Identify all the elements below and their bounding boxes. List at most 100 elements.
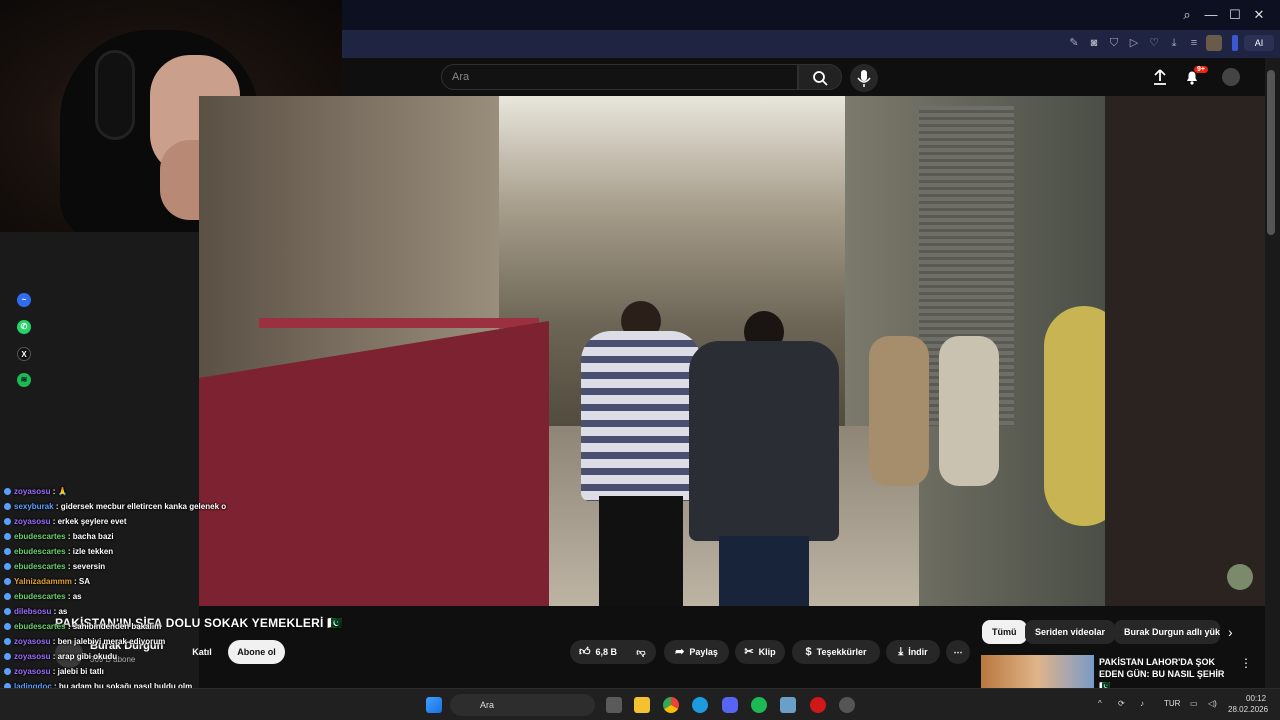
ai-button[interactable]: AI (1244, 35, 1274, 51)
sync-icon[interactable]: ⟳ (1118, 699, 1125, 708)
discord-icon[interactable] (722, 697, 738, 713)
chevron-up-icon[interactable]: ^ (1098, 699, 1102, 708)
share-button[interactable]: ➦ Paylaş (664, 640, 729, 664)
taskbar-search[interactable]: Ara (450, 694, 595, 716)
taskbar-search-label: Ara (480, 700, 495, 710)
spotify-icon[interactable] (751, 697, 767, 713)
search-icon[interactable]: ⌕ (1178, 6, 1196, 24)
file-explorer-icon[interactable] (634, 697, 650, 713)
chat-message: ebudescartes : izle tekken (0, 544, 235, 559)
volume-icon[interactable]: ◁) (1208, 699, 1217, 708)
shield-icon[interactable]: ⛉ (1106, 35, 1122, 51)
chat-message: zoyasosu : arap gibi okudu (0, 649, 235, 664)
download-button[interactable]: ⤓ İndir (886, 640, 940, 664)
thanks-button[interactable]: $ Teşekkürler (792, 640, 880, 664)
profile-icon[interactable] (1206, 35, 1222, 51)
chat-username[interactable]: ebudescartes (14, 562, 66, 571)
voice-search-button[interactable] (850, 64, 878, 92)
chat-text: : erkek şeylere evet (52, 517, 127, 526)
chip-all[interactable]: Tümü (982, 620, 1027, 644)
chat-text: : ben jalebiyi merak ediyorum (52, 637, 166, 646)
app-icon[interactable] (780, 697, 796, 713)
chat-message: zoyasosu : ben jalebiyi merak ediyorum (0, 634, 235, 649)
clock-time[interactable]: 00:12 (1246, 694, 1266, 703)
download-icon: ⤓ (898, 646, 904, 658)
chip-channel[interactable]: Burak Durgun adlı yük (1114, 620, 1220, 644)
chat-message: zoyasosu : jalebi bi tatlı (0, 664, 235, 679)
clip-button[interactable]: ✂ Klip (735, 640, 785, 664)
chat-text: : jalebi bi tatlı (52, 667, 104, 676)
camera-icon[interactable]: ◙ (1086, 35, 1102, 51)
chat-username[interactable]: Yalnizadammm (14, 577, 72, 586)
chat-username[interactable]: zoyasosu (14, 637, 50, 646)
messenger-icon[interactable]: ~ (17, 293, 31, 307)
edit-icon[interactable]: ✎ (1066, 35, 1082, 51)
chat-text: : as (53, 607, 68, 616)
sidebar-toggle[interactable] (1232, 35, 1238, 51)
windows-icon[interactable] (426, 697, 442, 713)
maximize-button[interactable]: ☐ (1226, 6, 1244, 24)
chat-text: : izle tekken (67, 547, 114, 556)
play-icon[interactable]: ▷ (1126, 35, 1142, 51)
chat-username[interactable]: zoyasosu (14, 487, 50, 496)
menu-icon[interactable]: ≡ (1186, 35, 1202, 51)
more-button[interactable]: ⋯ (946, 640, 970, 664)
chat-username[interactable]: dilebsosu (14, 607, 51, 616)
chip-series[interactable]: Seriden videolar (1025, 620, 1116, 644)
more-vert-icon[interactable]: ⋮ (1240, 656, 1252, 670)
opera-icon[interactable] (810, 697, 826, 713)
clock-date[interactable]: 28.02.2026 (1228, 705, 1268, 714)
dislike-icon: 👎︎ (636, 647, 646, 657)
chat-username[interactable]: zoyasosu (14, 517, 50, 526)
chat-username[interactable]: ebudescartes (14, 532, 66, 541)
recommendation-title[interactable]: PAKİSTAN LAHOR'DA ŞOK EDEN GÜN: BU NASIL… (1099, 656, 1229, 692)
chat-username[interactable]: zoyasosu (14, 667, 50, 676)
chrome-icon[interactable] (663, 697, 679, 713)
search-icon (813, 71, 828, 86)
subscribe-button[interactable]: Abone ol (228, 640, 285, 664)
heart-icon[interactable]: ♡ (1146, 35, 1162, 51)
like-button[interactable]: 👍︎ 6,8 B (570, 640, 626, 664)
chat-username[interactable]: sexyburak (14, 502, 54, 511)
minimize-button[interactable]: — (1202, 6, 1220, 24)
chat-message: zoyasosu : 🙏 (0, 484, 235, 499)
dislike-button[interactable]: 👎︎ (626, 640, 656, 664)
chat-message: ebudescartes : seversin (0, 559, 235, 574)
chat-text: : 🙏 (52, 487, 68, 496)
x-icon[interactable]: X (17, 347, 31, 361)
chat-username[interactable]: ebudescartes (14, 622, 66, 631)
mic-icon (857, 70, 871, 87)
recommendation-thumbnail[interactable] (981, 655, 1094, 688)
chat-username[interactable]: ebudescartes (14, 547, 66, 556)
whatsapp-icon[interactable]: ✆ (17, 320, 31, 334)
badge-icon (4, 533, 11, 540)
chevron-right-icon[interactable]: › (1228, 624, 1233, 640)
chat-username[interactable]: zoyasosu (14, 652, 50, 661)
download-icon[interactable]: ⤓ (1166, 35, 1182, 51)
avatar[interactable] (1227, 564, 1253, 590)
language-indicator[interactable]: TUR (1164, 699, 1180, 708)
display-icon[interactable]: ▭ (1190, 699, 1198, 708)
video-player[interactable] (199, 96, 1105, 606)
edge-icon[interactable] (692, 697, 708, 713)
mic-icon[interactable]: ♪ (1140, 699, 1144, 708)
task-view-icon[interactable] (606, 697, 622, 713)
chat-message: dilebsosu : as (0, 604, 235, 619)
more-icon: ⋯ (953, 647, 963, 657)
chat-text: : SA (74, 577, 91, 586)
search-input[interactable]: Ara (441, 64, 798, 90)
app-icon[interactable] (839, 697, 855, 713)
spotify-icon[interactable]: ≋ (17, 373, 31, 387)
badge-icon (4, 638, 11, 645)
close-button[interactable]: ✕ (1250, 6, 1268, 24)
chat-text: : arap gibi okudu (52, 652, 118, 661)
stream-chat: zoyasosu : 🙏 sexyburak : gidersek mecbur … (0, 484, 235, 706)
search-button[interactable] (798, 64, 842, 90)
avatar[interactable] (1222, 68, 1240, 86)
share-label: Paylaş (689, 647, 718, 657)
chat-text: : seversin (67, 562, 106, 571)
scrollbar-thumb[interactable] (1267, 70, 1275, 235)
upload-icon[interactable] (1152, 68, 1168, 86)
clip-label: Klip (758, 647, 776, 657)
chat-username[interactable]: ebudescartes (14, 592, 66, 601)
